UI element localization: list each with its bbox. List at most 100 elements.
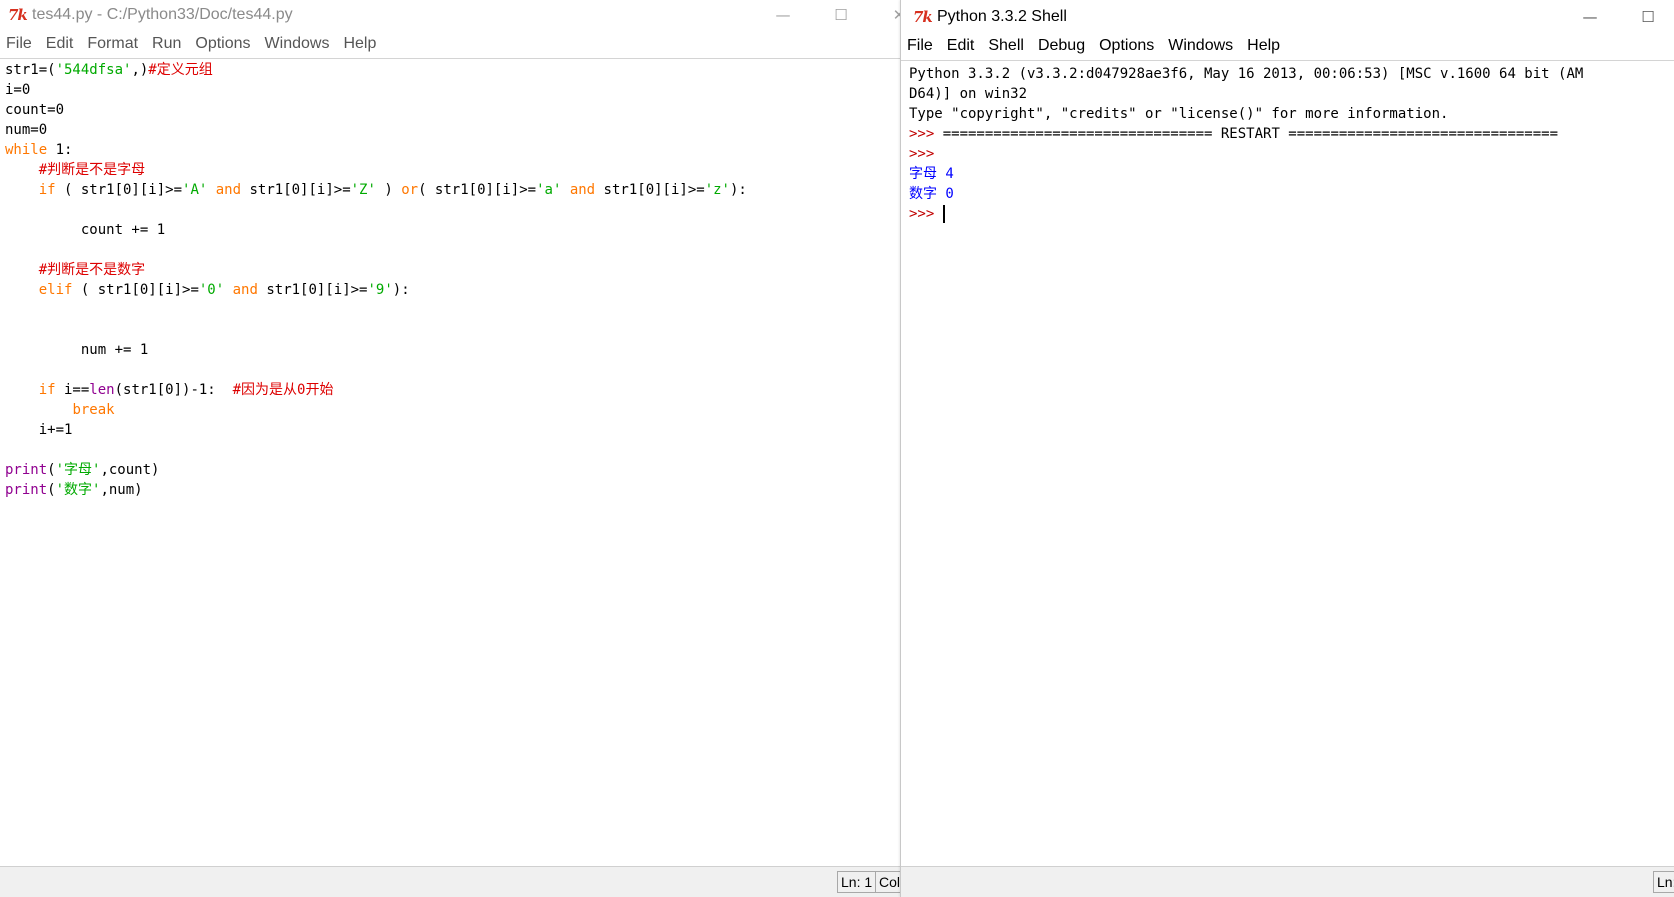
string-token: '数字' <box>55 482 101 498</box>
editor-window: 7k tes44.py - C:/Python33/Doc/tes44.py —… <box>0 0 900 897</box>
shell-window-title: Python 3.3.2 Shell <box>937 8 1067 25</box>
code-line: #判断是不是数字 <box>5 260 900 280</box>
shell-line: 字母 4 <box>909 164 1674 184</box>
code-line: elif ( str1[0][i]>='0' and str1[0][i]>='… <box>5 280 900 300</box>
shell-menu-help[interactable]: Help <box>1240 32 1287 60</box>
code-line: i=0 <box>5 80 900 100</box>
string-token: '字母' <box>55 462 101 478</box>
editor-line-indicator: Ln: 1 <box>837 871 877 893</box>
shell-window: 7k Python 3.3.2 Shell — ☐ File Edit Shell D… <box>900 0 1674 897</box>
shell-line: D64)] on win32 <box>909 84 1674 104</box>
editor-menubar: File Edit Format Run Options Windows Help <box>0 30 900 59</box>
shell-titlebar[interactable]: 7k Python 3.3.2 Shell — ☐ <box>901 0 1674 32</box>
keyword-token: if <box>38 182 56 198</box>
code-token: ( str1[0][i]>= <box>72 282 199 298</box>
editor-text-area[interactable]: str1=('544dfsa',)#定义元组 i=0 count=0 num=0 whi… <box>0 60 900 867</box>
builtin-token: len <box>89 382 115 398</box>
code-token: ( <box>47 482 56 498</box>
shell-maximize-button[interactable]: ☐ <box>1625 2 1671 32</box>
shell-line: Python 3.3.2 (v3.3.2:d047928ae3f6, May 1… <box>909 64 1674 84</box>
keyword-token: and <box>215 182 242 198</box>
string-token: 'a' <box>536 182 562 198</box>
output-text: 数字 0 <box>909 186 954 202</box>
editor-menu-run[interactable]: Run <box>145 30 188 58</box>
shell-minimize-button[interactable]: — <box>1567 2 1613 32</box>
prompt-token: >>> <box>909 206 943 222</box>
output-text: 字母 4 <box>909 166 954 182</box>
editor-menu-help[interactable]: Help <box>336 30 383 58</box>
editor-maximize-button[interactable]: ☐ <box>818 0 864 30</box>
keyword-token: if <box>38 382 56 398</box>
shell-menu-file[interactable]: File <box>901 32 940 60</box>
code-line: count += 1 <box>5 220 900 240</box>
source-code[interactable]: str1=('544dfsa',)#定义元组 i=0 count=0 num=0 whi… <box>0 60 900 500</box>
code-line: if ( str1[0][i]>='A' and str1[0][i]>='Z'… <box>5 180 900 200</box>
editor-menu-file[interactable]: File <box>0 30 39 58</box>
shell-line: >>> <box>909 144 1674 164</box>
code-token: str1[0][i]>= <box>241 182 351 198</box>
shell-line: >>> ================================ RES… <box>909 124 1674 144</box>
code-token: str1[0][i]>= <box>595 182 705 198</box>
keyword-token: elif <box>38 282 73 298</box>
code-token: ( str1[0][i]>= <box>55 182 183 198</box>
shell-text-area[interactable]: Python 3.3.2 (v3.3.2:d047928ae3f6, May 1… <box>901 64 1674 867</box>
shell-menu-edit[interactable]: Edit <box>940 32 982 60</box>
code-token: i=0 <box>5 82 31 98</box>
code-token: str1=( <box>5 62 56 78</box>
code-token: num += 1 <box>5 342 149 358</box>
code-line: count=0 <box>5 100 900 120</box>
code-token: ): <box>392 282 410 298</box>
shell-menu-windows[interactable]: Windows <box>1161 32 1240 60</box>
editor-menu-windows[interactable]: Windows <box>258 30 337 58</box>
code-token: ,count) <box>100 462 160 478</box>
string-token: '0' <box>198 282 225 298</box>
comment-token: #判断是不是数字 <box>38 262 146 278</box>
code-token: i== <box>55 382 90 398</box>
string-token: 'Z' <box>350 182 376 198</box>
code-token: num=0 <box>5 122 48 138</box>
editor-menu-format[interactable]: Format <box>80 30 145 58</box>
builtin-token: print <box>5 462 48 478</box>
shell-menu-debug[interactable]: Debug <box>1031 32 1092 60</box>
string-token: '9' <box>367 282 393 298</box>
code-line: str1=('544dfsa',)#定义元组 <box>5 60 900 80</box>
shell-menu-options[interactable]: Options <box>1092 32 1161 60</box>
code-line: num=0 <box>5 120 900 140</box>
code-token: count=0 <box>5 102 65 118</box>
code-token: ,) <box>131 62 149 78</box>
keyword-token: and <box>232 282 258 298</box>
editor-titlebar[interactable]: 7k tes44.py - C:/Python33/Doc/tes44.py —… <box>0 0 900 30</box>
editor-menu-options[interactable]: Options <box>188 30 257 58</box>
code-token: ================================ RESTART… <box>942 126 1559 142</box>
shell-menu-shell[interactable]: Shell <box>981 32 1031 60</box>
editor-close-button[interactable]: ✕ <box>876 0 900 30</box>
code-token: 1: <box>47 142 73 158</box>
editor-col-indicator: Col <box>875 871 900 893</box>
editor-minimize-button[interactable]: — <box>760 0 806 30</box>
tk-feather-icon: 7k <box>8 6 28 24</box>
shell-output[interactable]: Python 3.3.2 (v3.3.2:d047928ae3f6, May 1… <box>901 64 1674 224</box>
comment-token: #因为是从0开始 <box>232 382 334 398</box>
shell-statusbar: Ln: <box>901 866 1674 897</box>
prompt-token: >>> <box>909 146 935 162</box>
keyword-token: or <box>401 182 419 198</box>
shell-line-indicator: Ln: <box>1653 871 1674 893</box>
shell-line: 数字 0 <box>909 184 1674 204</box>
string-token: 'A' <box>182 182 208 198</box>
shell-line: Type "copyright", "credits" or "license(… <box>909 104 1674 124</box>
code-line: if i==len(str1[0])-1: #因为是从0开始 <box>5 380 900 400</box>
editor-menu-edit[interactable]: Edit <box>39 30 81 58</box>
comment-token: #判断是不是字母 <box>38 162 146 178</box>
code-line: while 1: <box>5 140 900 160</box>
code-token: str1[0][i]>= <box>257 282 368 298</box>
